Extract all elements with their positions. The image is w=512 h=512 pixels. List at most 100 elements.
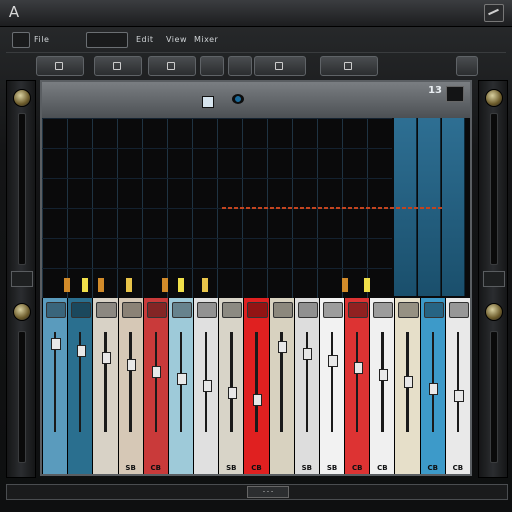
channel-cap[interactable]	[121, 302, 142, 318]
window-control-button[interactable]	[484, 4, 504, 22]
channel-strip[interactable]: CB	[419, 298, 445, 474]
menu-item-1[interactable]: File	[34, 33, 49, 47]
channel-cap[interactable]	[322, 302, 344, 318]
grid-row-line	[42, 268, 392, 269]
fader-handle[interactable]	[429, 383, 439, 395]
menu-item-2[interactable]: Edit	[136, 33, 154, 47]
toolbar-button-5[interactable]	[228, 56, 252, 76]
channel-strip[interactable]: CB	[243, 298, 269, 474]
channel-strip[interactable]: CB	[142, 298, 168, 474]
channel-cap[interactable]	[247, 302, 268, 318]
clip-marker[interactable]	[202, 278, 208, 292]
menu-field-1[interactable]	[86, 32, 128, 48]
title-bar: A	[0, 0, 512, 27]
channel-cap[interactable]	[146, 302, 167, 318]
right-top-knob[interactable]	[485, 89, 503, 107]
right-rail-slot-2	[490, 331, 498, 463]
fader-handle[interactable]	[403, 376, 414, 388]
clip-marker[interactable]	[82, 278, 88, 292]
channel-cap[interactable]	[373, 302, 394, 318]
clip-marker[interactable]	[364, 278, 370, 292]
fader-handle[interactable]	[101, 352, 112, 364]
clip-marker[interactable]	[342, 278, 348, 292]
fader-handle[interactable]	[126, 359, 137, 371]
left-rail	[6, 80, 36, 478]
toolbar-button-2[interactable]	[94, 56, 142, 76]
left-top-knob[interactable]	[13, 89, 31, 107]
channel-cap[interactable]	[423, 302, 444, 318]
clip-marker[interactable]	[98, 278, 104, 292]
channel-strip[interactable]	[193, 298, 219, 474]
fader-handle[interactable]	[76, 345, 86, 357]
playhead-line	[222, 207, 442, 209]
channel-strip[interactable]	[92, 298, 118, 474]
channel-strip[interactable]	[67, 298, 93, 474]
grid-row-line	[42, 178, 392, 179]
toolbar-button-1[interactable]	[36, 56, 84, 76]
fader-handle[interactable]	[454, 390, 464, 402]
channel-strip[interactable]: SB	[318, 298, 345, 474]
channel-strip[interactable]	[42, 298, 68, 474]
channel-strip[interactable]	[268, 298, 294, 474]
channel-cap[interactable]	[197, 302, 218, 318]
toolbar-button-4[interactable]	[200, 56, 224, 76]
fader-handle[interactable]	[51, 338, 61, 350]
fader-handle[interactable]	[378, 369, 388, 381]
fader-handle[interactable]	[202, 380, 212, 392]
left-rail-slot-2	[18, 331, 26, 463]
track-lane-3[interactable]	[442, 118, 465, 296]
channel-label: CB	[251, 464, 262, 472]
fader-handle[interactable]	[227, 387, 237, 399]
channel-strip[interactable]	[394, 298, 420, 474]
menu-item-3[interactable]: View	[166, 33, 187, 47]
monitor-icon	[232, 94, 244, 104]
channel-strip[interactable]: SB	[117, 298, 143, 474]
menu-icon-field[interactable]	[12, 32, 30, 48]
channel-label: CB	[377, 464, 388, 472]
channel-strip[interactable]: CB	[444, 298, 470, 474]
channel-cap[interactable]	[222, 302, 243, 318]
toolbar-button-7[interactable]	[320, 56, 378, 76]
channel-cap[interactable]	[398, 302, 419, 318]
channel-cap[interactable]	[96, 302, 117, 318]
channel-cap[interactable]	[171, 302, 193, 318]
channel-cap[interactable]	[272, 302, 293, 318]
fader-handle[interactable]	[353, 362, 363, 374]
clip-marker[interactable]	[178, 278, 184, 292]
menu-item-4[interactable]: Mixer	[194, 33, 218, 47]
channel-label: SB	[326, 464, 338, 472]
clip-marker[interactable]	[162, 278, 168, 292]
toolbar-button-6[interactable]	[254, 56, 306, 76]
fader-slot	[154, 332, 157, 432]
channel-label: CB	[150, 464, 162, 472]
channel-label: SB	[226, 464, 237, 472]
channel-cap[interactable]	[448, 302, 469, 318]
fader-handle[interactable]	[152, 366, 162, 378]
channel-cap[interactable]	[297, 302, 318, 318]
header-counter[interactable]	[446, 86, 464, 102]
toolbar-button-3[interactable]	[148, 56, 196, 76]
left-mid-knob[interactable]	[13, 303, 31, 321]
toolbar-button-8[interactable]	[456, 56, 478, 76]
channel-strip[interactable]: SB	[293, 298, 319, 474]
right-rail-slot	[490, 113, 498, 265]
bottom-button[interactable]: - - -	[247, 486, 289, 498]
clip-marker[interactable]	[126, 278, 132, 292]
clip-marker[interactable]	[64, 278, 70, 292]
right-mid-knob[interactable]	[485, 303, 503, 321]
record-icon	[274, 61, 283, 70]
channel-strip[interactable]: CB	[369, 298, 395, 474]
channel-cap[interactable]	[46, 302, 67, 318]
fader-handle[interactable]	[328, 355, 338, 367]
fader-handle[interactable]	[278, 341, 288, 353]
channel-strip[interactable]: SB	[218, 298, 244, 474]
channel-strip[interactable]: CB	[344, 298, 370, 474]
channel-label: SB	[125, 464, 136, 472]
fader-handle[interactable]	[177, 373, 187, 385]
fader-handle[interactable]	[303, 348, 313, 360]
left-rail-slot	[18, 113, 26, 265]
fader-handle[interactable]	[252, 394, 263, 406]
channel-cap[interactable]	[348, 302, 369, 318]
channel-cap[interactable]	[71, 302, 92, 318]
channel-strip[interactable]	[167, 298, 194, 474]
